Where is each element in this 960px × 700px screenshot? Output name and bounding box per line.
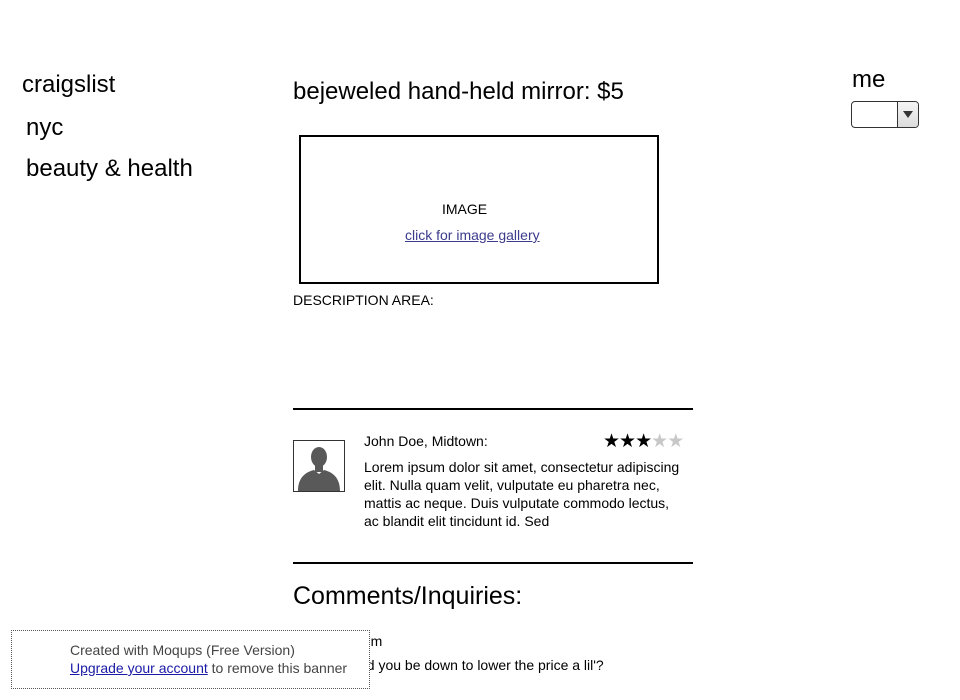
site-name[interactable]: craigslist [22,71,115,99]
banner-upgrade-line: Upgrade your account to remove this bann… [70,660,347,676]
banner-suffix: to remove this banner [207,660,348,676]
image-label: IMAGE [442,201,488,217]
star-icon: ★ [635,431,652,452]
person-silhouette-icon [298,447,340,491]
review-text: Lorem ipsum dolor sit amet, consectetur … [364,459,680,529]
comment-text: would you be down to lower the price a l… [338,657,604,673]
description-label: DESCRIPTION AREA: [293,292,434,308]
rating-stars: ★★★★★ [603,430,684,453]
upgrade-account-link[interactable]: Upgrade your account [70,660,208,676]
star-icon: ★ [619,431,636,452]
dropdown-arrow-button[interactable] [897,102,918,127]
comments-title: Comments/Inquiries: [293,582,523,610]
category-link[interactable]: beauty & health [26,155,193,183]
listing-title: bejeweled hand-held mirror: $5 [293,78,624,105]
reviewer-name: John Doe, Midtown: [364,433,488,449]
star-icon: ★ [651,431,668,452]
divider-bottom [293,562,693,564]
star-icon: ★ [603,431,620,452]
reviewer-avatar [293,440,345,492]
star-icon: ★ [667,431,684,452]
image-gallery-link[interactable]: click for image gallery [405,227,540,243]
city-link[interactable]: nyc [26,114,63,142]
user-label: me [852,66,886,93]
user-dropdown[interactable] [851,101,919,128]
banner-text: Created with Moqups (Free Version) [70,642,295,658]
divider-top [293,408,693,410]
chevron-down-icon [903,111,913,118]
